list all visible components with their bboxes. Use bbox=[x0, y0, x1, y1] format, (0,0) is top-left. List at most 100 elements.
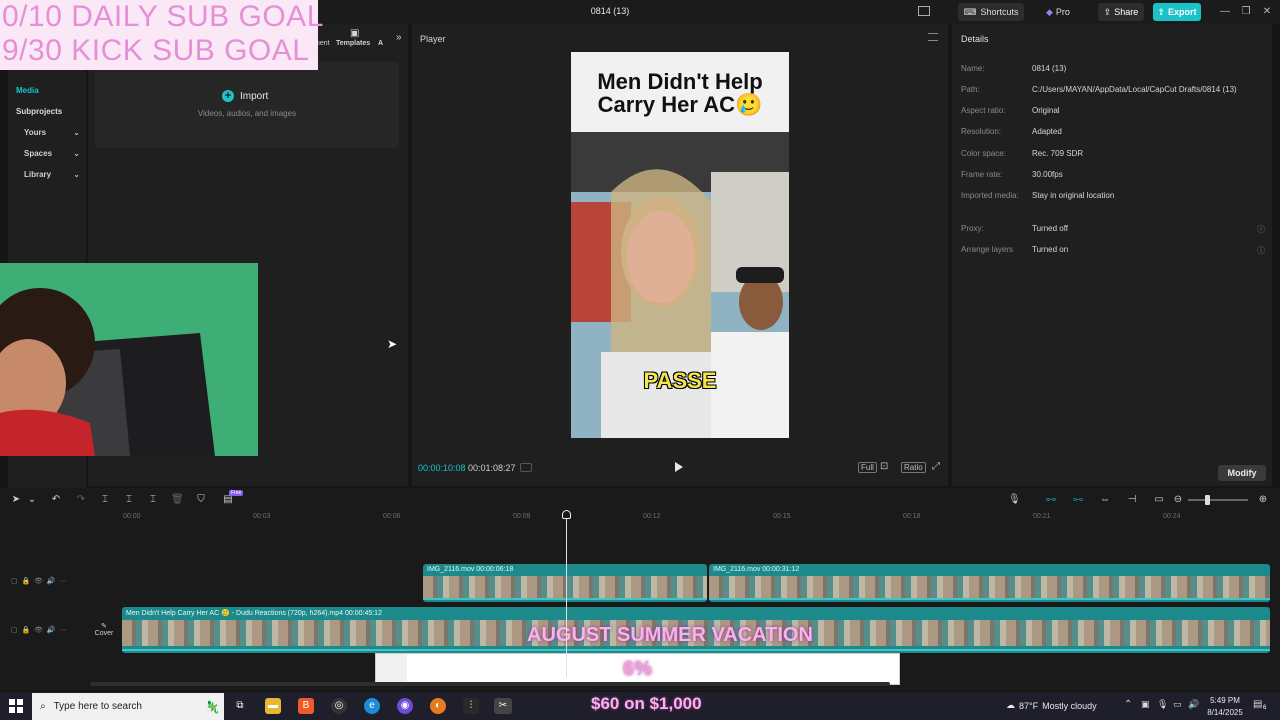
ratio-button[interactable]: Ratio bbox=[901, 462, 926, 473]
split-right-icon[interactable]: ⌶ bbox=[147, 494, 159, 506]
shortcuts-button[interactable]: ⌨ Shortcuts bbox=[958, 3, 1024, 21]
taskbar-clock[interactable]: 5:49 PM 8/14/2025 bbox=[1200, 695, 1250, 719]
detail-label: Path: bbox=[961, 85, 980, 94]
event-title: AUGUST SUMMER VACATION bbox=[527, 624, 813, 646]
firefox-icon[interactable]: ◐ bbox=[430, 698, 446, 714]
minimize-icon[interactable]: — bbox=[1218, 5, 1232, 19]
capcut-icon[interactable]: ✂ bbox=[494, 698, 512, 714]
magnet-icon[interactable]: ⧟ bbox=[1045, 494, 1057, 506]
task-view-icon[interactable]: ⧉ bbox=[232, 698, 248, 714]
redo-icon[interactable]: ↷ bbox=[75, 494, 87, 506]
search-input[interactable]: Type here to search bbox=[54, 701, 142, 712]
timeline-clip[interactable]: IMG_2116.mov 00:00:06:18 bbox=[423, 564, 707, 602]
microphone-icon[interactable]: 🎙 bbox=[1008, 494, 1021, 506]
info-icon[interactable]: ⓘ bbox=[1257, 224, 1265, 235]
export-button[interactable]: ⇧ Export bbox=[1153, 3, 1201, 21]
preview-axis-icon[interactable]: ⇔ bbox=[1099, 494, 1111, 506]
microphone-tray-icon[interactable]: 🎙 bbox=[1157, 699, 1168, 710]
menu-icon[interactable] bbox=[928, 33, 938, 41]
split-icon[interactable]: ⌶ bbox=[99, 494, 111, 506]
split-left-icon[interactable]: ⌶ bbox=[123, 494, 135, 506]
detail-value: Turned off bbox=[1032, 224, 1069, 233]
pro-button[interactable]: ◆ Pro bbox=[1046, 3, 1080, 21]
import-label[interactable]: Import bbox=[240, 91, 268, 102]
mixer-icon[interactable]: ⫶ bbox=[463, 698, 479, 714]
split-view-icon[interactable]: ⊣ bbox=[1126, 494, 1138, 506]
timeline-scrollbar[interactable] bbox=[90, 682, 890, 686]
video-title-text: Men Didn't Help Carry Her AC🥲 bbox=[597, 69, 763, 117]
zoom-slider[interactable] bbox=[1188, 499, 1248, 501]
notification-icon[interactable]: ▤ bbox=[1253, 699, 1262, 710]
export-icon: ⇧ bbox=[1157, 6, 1166, 17]
detail-value: 0814 (13) bbox=[1032, 64, 1067, 73]
link-icon[interactable]: ⧟ bbox=[1072, 494, 1084, 506]
subtitle-icon[interactable]: ▭ bbox=[1153, 494, 1165, 506]
volume-icon[interactable]: 🔊 bbox=[1188, 699, 1199, 710]
share-icon: ⇪ bbox=[1103, 6, 1112, 17]
taskbar-search[interactable]: ⌕ Type here to search 🦎 bbox=[32, 693, 224, 720]
tab-a[interactable]: A bbox=[378, 40, 383, 47]
track-main-controls[interactable]: ▢ 🔒 👁 🔊 ⋯ bbox=[11, 626, 67, 634]
timeline-ruler[interactable] bbox=[122, 510, 1272, 524]
double-chevron-right-icon[interactable]: » bbox=[396, 32, 402, 43]
snapshot-icon[interactable]: ⊡ bbox=[880, 461, 888, 472]
webcam-feed bbox=[0, 263, 258, 456]
fullscreen-icon[interactable]: ⤢ bbox=[932, 461, 940, 472]
ruler-tick-label: 00:18 bbox=[903, 513, 921, 520]
timeline-clip[interactable]: IMG_2116.mov 00:00:31:12 bbox=[709, 564, 1270, 602]
zoom-slider-thumb[interactable] bbox=[1205, 495, 1210, 505]
mouse-cursor-icon: ➤ bbox=[387, 337, 398, 351]
clip-thumbnails bbox=[709, 576, 1270, 598]
select-pointer-icon[interactable]: ➤ bbox=[10, 494, 22, 506]
nav-dropdown-yours[interactable]: Yours ⌄ bbox=[14, 125, 86, 139]
goal-progress-text: 6% bbox=[623, 658, 652, 680]
playhead-handle[interactable] bbox=[562, 510, 571, 519]
cover-button[interactable]: ✎ Cover bbox=[92, 622, 116, 644]
nav-dropdown-library[interactable]: Library ⌄ bbox=[14, 167, 86, 181]
search-highlight-icon: 🦎 bbox=[205, 699, 220, 714]
brave-icon[interactable]: B bbox=[298, 698, 314, 714]
weather-widget[interactable]: ☁ 87°F Mostly cloudy bbox=[1006, 700, 1097, 711]
nav-item-media[interactable]: Media bbox=[16, 86, 39, 95]
file-explorer-icon[interactable]: ▬ bbox=[265, 698, 281, 714]
webcam-image bbox=[0, 263, 258, 456]
marker-icon[interactable]: ⛉ bbox=[195, 494, 207, 506]
restore-icon[interactable]: ❐ bbox=[1239, 5, 1253, 19]
obs-icon[interactable]: ◎ bbox=[331, 698, 347, 714]
play-button[interactable] bbox=[675, 462, 683, 472]
chevron-up-icon[interactable]: ⌃ bbox=[1124, 699, 1132, 710]
network-icon[interactable]: ▭ bbox=[1173, 699, 1182, 710]
layout-icon[interactable] bbox=[918, 6, 930, 16]
edge-icon[interactable]: e bbox=[364, 698, 380, 714]
track-upper-controls[interactable]: ▢ 🔒 👁 🔊 ⋯ bbox=[11, 577, 67, 585]
cloud-icon: ☁ bbox=[1006, 700, 1015, 710]
diamond-icon: ◆ bbox=[1046, 6, 1053, 17]
nav-dropdown-spaces[interactable]: Spaces ⌄ bbox=[14, 146, 86, 160]
playhead[interactable] bbox=[566, 512, 567, 677]
share-button[interactable]: ⇪ Share bbox=[1098, 3, 1144, 21]
ruler-tick-label: 00:21 bbox=[1033, 513, 1051, 520]
video-caption: PASSE bbox=[643, 368, 717, 393]
templates-icon: ▣ bbox=[350, 28, 360, 39]
full-button[interactable]: Full bbox=[858, 462, 877, 473]
goal-overlay: 0/10 DAILY SUB GOAL 9/30 KICK SUB GOAL bbox=[0, 0, 323, 70]
daily-sub-goal: 0/10 DAILY SUB GOAL bbox=[2, 0, 324, 33]
delete-icon[interactable]: 🗑 bbox=[171, 494, 184, 506]
zoom-in-icon[interactable]: ⊕ bbox=[1257, 494, 1269, 506]
zoom-out-icon[interactable]: ⊖ bbox=[1172, 494, 1184, 506]
timecode-icon[interactable] bbox=[520, 463, 532, 472]
video-preview[interactable]: Men Didn't Help Carry Her AC🥲 PASSE bbox=[571, 52, 789, 438]
tray-icon[interactable]: ▣ bbox=[1141, 699, 1150, 710]
nav-item-subprojects[interactable]: Subprojects bbox=[16, 107, 62, 116]
money-goal: $60 on $1,000 bbox=[591, 694, 702, 713]
ruler-tick-label: 00:24 bbox=[1163, 513, 1181, 520]
import-dropzone[interactable] bbox=[95, 62, 399, 148]
close-icon[interactable]: ✕ bbox=[1260, 5, 1274, 19]
windows-start-icon[interactable] bbox=[8, 698, 24, 714]
tab-templates[interactable]: Templates bbox=[336, 40, 370, 47]
discord-icon[interactable]: ◉ bbox=[397, 698, 413, 714]
modify-button[interactable]: Modify bbox=[1218, 465, 1266, 481]
undo-icon[interactable]: ↶ bbox=[50, 494, 62, 506]
chevron-down-icon[interactable]: ⌄ bbox=[26, 494, 38, 506]
info-icon[interactable]: ⓘ bbox=[1257, 245, 1265, 256]
